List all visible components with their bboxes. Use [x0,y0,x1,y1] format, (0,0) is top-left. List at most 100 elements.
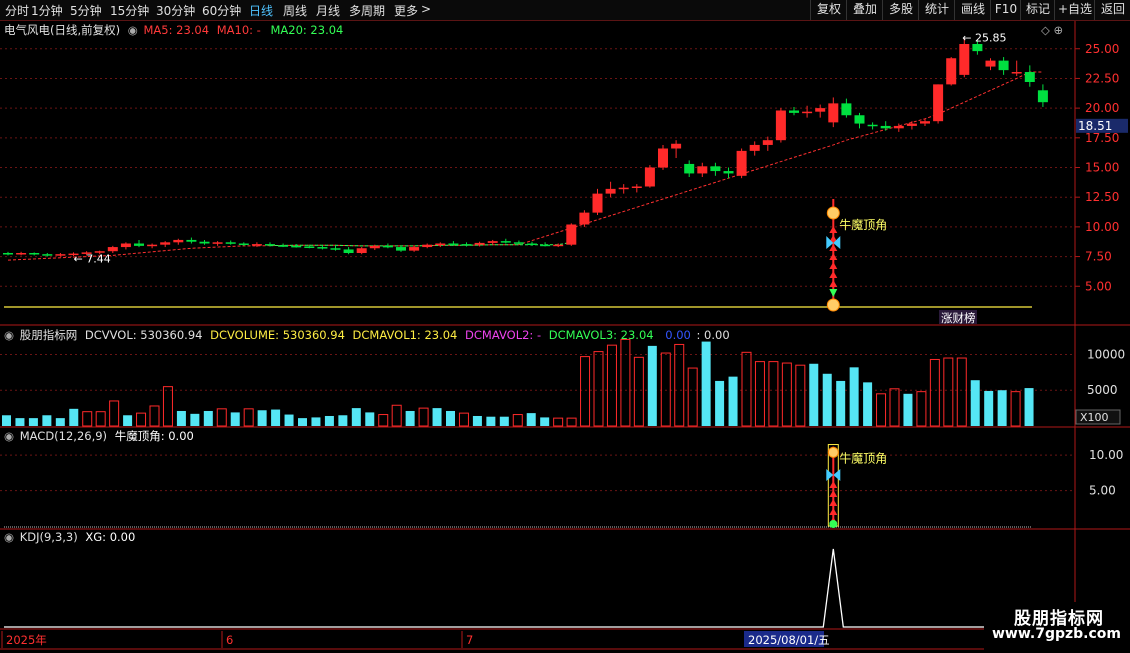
volume-bar [136,412,147,427]
candle-body [474,242,485,245]
volume-bar [446,410,455,426]
candle-body [618,187,629,190]
toolbar-button-6[interactable]: 标记 [1020,0,1055,20]
watermark: 股朋指标网 www.7gpzb.com [984,602,1130,650]
candle-body [396,247,406,251]
volume-bar [754,361,765,427]
candle-body [42,254,53,256]
candle-body [998,60,1009,71]
volume-bar [15,418,25,426]
period-tab-1[interactable]: 1分钟 [31,2,63,19]
candle-body [841,103,852,116]
toolbar-button-8[interactable]: 返回 [1094,0,1130,20]
toolbar-button-3[interactable]: 统计 [918,0,955,20]
volume-bar [956,357,967,427]
chart-area: 25.00 22.50 20.00 17.50 15.00 12.50 10.00 7.50 5… [0,21,1130,650]
volume-bar [338,415,348,426]
period-tab-4[interactable]: 30分钟 [156,2,195,19]
candle-body [422,244,433,248]
volume-bar [149,405,160,427]
low-price-label: ← 7.44 [74,252,111,265]
candle-body [55,254,66,256]
toolbar-button-0[interactable]: 复权 [810,0,847,20]
candle-body [278,245,289,247]
date-label-1: 6 [226,633,233,647]
volume-bar [176,410,186,426]
volume-bar [863,382,873,426]
panel-settings-icon[interactable]: ◇ ⊕ [1041,23,1063,37]
volume-bar [28,418,38,426]
volume-bar [715,380,725,426]
period-tab-9[interactable]: 多周期 [349,2,385,19]
date-label-2: 7 [466,633,473,647]
volume-bar [593,351,604,427]
candle-body [631,186,642,188]
candle-body [789,110,799,113]
toolbar-button-7[interactable]: +自选 [1054,0,1095,20]
volume-panel-title: 股朋指标网 [19,328,78,342]
volume-bar [580,356,591,427]
candle-body [238,243,249,245]
volume-bar [486,416,496,426]
volume-bar [95,411,106,427]
volume-bar [674,343,685,427]
expand-icon[interactable]: ◉ [128,23,138,37]
candle-body [186,239,197,242]
expand-icon[interactable]: ◉ [4,530,14,544]
candle-body [749,144,760,151]
period-tab-8[interactable]: 月线 [316,2,340,19]
volume-bar [162,386,173,427]
period-tab-3[interactable]: 15分钟 [110,2,149,19]
period-tab-5[interactable]: 60分钟 [202,2,241,19]
candle-body [815,108,826,112]
period-tab-6[interactable]: 日线 [249,2,273,19]
candle-body [1024,72,1035,82]
expand-icon[interactable]: ◉ [4,328,14,342]
candle-body [736,150,747,176]
toolbar-button-2[interactable]: 多股 [882,0,919,20]
period-tab-10[interactable]: 更多 [394,2,418,19]
period-tab-2[interactable]: 5分钟 [70,2,102,19]
period-tab-0[interactable]: 分时 [5,2,29,19]
volume-bar [284,414,294,426]
volume-bar [647,345,657,426]
volume-bar [795,364,806,427]
xg-line [4,548,1032,628]
volume-bar [809,363,819,426]
watermark-url: www.7gpzb.com [992,626,1122,642]
toolbar-button-4[interactable]: 画线 [954,0,991,20]
toolbar-button-1[interactable]: 叠加 [846,0,883,20]
price-panel-header: 电气风电(日线,前复权) ◉ MA5: 23.04 MA10: - MA20: … [4,22,343,38]
candle-body [330,248,341,250]
candle-body [29,253,40,255]
more-chevron-icon[interactable]: > [421,2,431,16]
volume-bar [216,408,227,427]
candle-body [946,58,957,85]
volume-bar [2,415,11,426]
expand-icon[interactable]: ◉ [4,429,14,443]
volume-bar [230,412,240,426]
candle-body [343,249,354,253]
candle-body [762,140,773,145]
volume-bar [889,388,900,427]
ma5-label: MA5: 23.04 [143,23,210,37]
candle-body [513,242,524,244]
ma10-label: MA10: - [216,23,261,37]
money-bag-icon [826,298,840,312]
volume-bar [458,412,469,427]
period-tab-7[interactable]: 周线 [283,2,307,19]
price-axis-label-4: 15.00 [1085,161,1119,175]
candle-body [723,171,734,174]
volume-bar [687,367,698,427]
candle-body [1011,72,1022,74]
kdj-value: XG: 0.00 [85,530,136,544]
volume-bar [512,414,523,427]
macd-signal-label: 牛魔顶角 [839,450,887,465]
candle-body [972,44,983,52]
volume-bar [311,417,321,426]
candle-body [527,243,537,245]
toolbar-button-5[interactable]: F10 [990,0,1021,20]
volume-bar [929,358,940,427]
dcmavol2-label: DCMAVOL2: - [465,328,542,342]
candle-body [802,111,813,114]
